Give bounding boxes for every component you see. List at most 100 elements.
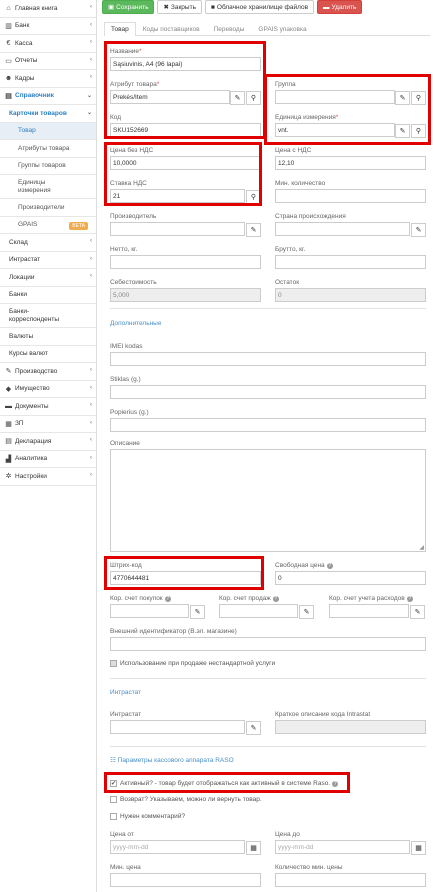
min-price-qty-input[interactable] (275, 873, 426, 887)
pencil-icon[interactable]: ✎ (246, 721, 261, 735)
min-qty-input[interactable] (275, 189, 426, 203)
nonstd-checkbox-row[interactable]: Использование при продаже нестандартной … (110, 660, 275, 667)
sidebar-item[interactable]: ▤ Справочник ⌄ (0, 88, 96, 105)
sidebar-item[interactable]: Группы товаров (0, 158, 96, 175)
sidebar-item[interactable]: Карточки товаров ⌄ (0, 105, 96, 123)
resize-handle-icon[interactable]: ◢ (419, 544, 424, 551)
free-price-input[interactable]: 0 (275, 571, 426, 585)
price-to-input[interactable]: yyyy-mm-dd (275, 840, 410, 854)
nonstd-checkbox[interactable] (110, 660, 117, 667)
pencil-icon[interactable]: ✎ (395, 124, 410, 138)
sidebar-item[interactable]: Интрастат ‹ (0, 252, 96, 269)
active-checkbox-row[interactable]: ✔ Активный? - товар будет отображаться ка… (110, 780, 339, 787)
sidebar-item[interactable]: ✎ Производство ‹ (0, 363, 96, 381)
pencil-icon[interactable]: ✎ (299, 605, 314, 619)
sidebar-item[interactable]: Склад ‹ (0, 234, 96, 252)
sidebar-item[interactable]: ▭ Отчеты ‹ (0, 53, 96, 70)
price-vat-input[interactable]: 12,10 (275, 156, 426, 170)
pin-icon[interactable]: ⚲ (246, 91, 261, 105)
tab-product[interactable]: Товар (104, 22, 136, 36)
name-input[interactable]: Sąsiuvinis, A4 (96 lapai) (110, 57, 261, 71)
sidebar-item[interactable]: ✲ Настройки ‹ (0, 468, 96, 486)
code-input[interactable]: SKU152669 (110, 123, 261, 137)
help-icon[interactable]: ? (406, 596, 413, 602)
delete-button[interactable]: ▬ Удалить (317, 0, 363, 14)
stiklas-input[interactable] (110, 385, 426, 399)
sidebar-item[interactable]: ▦ ЗП ‹ (0, 416, 96, 433)
sidebar-item[interactable]: Товар (0, 122, 96, 140)
help-icon[interactable]: ? (164, 596, 171, 602)
kor-exp-input[interactable] (329, 604, 409, 618)
pencil-icon[interactable]: ✎ (410, 605, 425, 619)
pin-icon[interactable]: ⚲ (411, 124, 426, 138)
sidebar-item[interactable]: Валюты (0, 328, 96, 346)
unit-input[interactable]: vnt. (275, 123, 395, 137)
chevron-icon: ‹ (90, 21, 92, 28)
sidebar-item[interactable]: ◆ Имущество ‹ (0, 381, 96, 398)
sidebar-item[interactable]: Курсы валют (0, 346, 96, 363)
sidebar-item-label: Интрастат (9, 256, 41, 264)
price-novat-input[interactable]: 10,0000 (110, 156, 261, 170)
save-button[interactable]: ▣ Сохранить (102, 0, 155, 14)
tab-translations[interactable]: Переводы (207, 22, 252, 36)
popierius-input[interactable] (110, 418, 426, 432)
help-icon[interactable]: ? (332, 780, 339, 787)
return-checkbox[interactable] (110, 796, 117, 803)
sidebar-item[interactable]: Единицы измерения (0, 175, 96, 199)
calendar-icon[interactable]: ▦ (246, 841, 261, 855)
active-checkbox[interactable]: ✔ (110, 780, 117, 787)
comment-checkbox-row[interactable]: Нужен комментарий? (110, 813, 185, 820)
description-textarea[interactable]: ◢ (110, 449, 426, 552)
country-input[interactable] (275, 222, 410, 236)
sidebar-item[interactable]: ▬ Документы ‹ (0, 398, 96, 416)
sidebar-item[interactable]: ☻ Кадры ‹ (0, 70, 96, 88)
kor-buy-input[interactable] (110, 604, 189, 618)
cloud-storage-button[interactable]: ■ Облачное хранилище файлов (204, 0, 315, 14)
return-checkbox-row[interactable]: Возврат? Указываем, можно ли вернуть тов… (110, 796, 262, 803)
sidebar-item[interactable]: Локации ‹ (0, 269, 96, 287)
netto-input[interactable] (110, 255, 261, 269)
sidebar-item[interactable]: ▥ Банк ‹ (0, 18, 96, 35)
tab-supplier-codes[interactable]: Коды поставщиков (136, 22, 207, 36)
intrastat-input[interactable] (110, 720, 245, 734)
help-icon[interactable]: ? (326, 563, 333, 569)
sidebar-item[interactable]: € Касса ‹ (0, 35, 96, 53)
brutto-input[interactable] (275, 255, 426, 269)
sidebar-item[interactable]: Производители (0, 199, 96, 217)
comment-checkbox[interactable] (110, 813, 117, 820)
pencil-icon[interactable]: ✎ (411, 223, 426, 237)
sidebar-item[interactable]: ▟ Аналитика ‹ (0, 451, 96, 468)
pencil-icon[interactable]: ✎ (246, 223, 261, 237)
min-price-input[interactable] (110, 873, 261, 887)
return-label: Возврат? Указываем, можно ли вернуть тов… (120, 796, 262, 803)
kor-sell-input[interactable] (219, 604, 298, 618)
sidebar-item[interactable]: ⌂ Главная книга ‹ (0, 0, 96, 18)
pin-icon[interactable]: ⚲ (246, 190, 261, 204)
pencil-icon[interactable]: ✎ (190, 605, 205, 619)
tab-gpais-packaging[interactable]: GPAIS упаковка (251, 22, 313, 36)
name-label: Название (110, 48, 140, 55)
raso-section-title: Параметры кассового аппарата RASO (117, 757, 234, 764)
price-from-input[interactable]: yyyy-mm-dd (110, 840, 245, 854)
pin-icon[interactable]: ⚲ (411, 91, 426, 105)
calendar-icon[interactable]: ▦ (411, 841, 426, 855)
min-price-field-group: Мин. цена (110, 864, 261, 887)
ext-id-input[interactable] (110, 637, 426, 651)
attribute-input[interactable]: Prekės/Item (110, 90, 230, 104)
pencil-icon[interactable]: ✎ (395, 91, 410, 105)
sidebar-item[interactable]: Банки-корреспонденты (0, 304, 96, 328)
barcode-input[interactable]: 4770644481 (110, 571, 261, 585)
pencil-icon[interactable]: ✎ (230, 91, 245, 105)
close-button[interactable]: ✖ Закрыть (157, 0, 202, 14)
sidebar-item[interactable]: Банки (0, 287, 96, 304)
price-from-field-group: Цена от yyyy-mm-dd ▦ (110, 831, 261, 855)
sidebar-item[interactable]: ▤ Декларация ‹ (0, 433, 96, 451)
imei-input[interactable] (110, 352, 426, 366)
manufacturer-input[interactable] (110, 222, 245, 236)
vat-rate-input[interactable]: 21 (110, 189, 245, 203)
help-icon[interactable]: ? (272, 596, 279, 602)
group-input[interactable] (275, 90, 395, 104)
sidebar-item[interactable]: Атрибуты товара (0, 140, 96, 158)
sidebar-item[interactable]: GPAIS BETA (0, 217, 96, 234)
intrastat-desc-field-group: Краткое описание кода Intrastat (275, 711, 426, 734)
